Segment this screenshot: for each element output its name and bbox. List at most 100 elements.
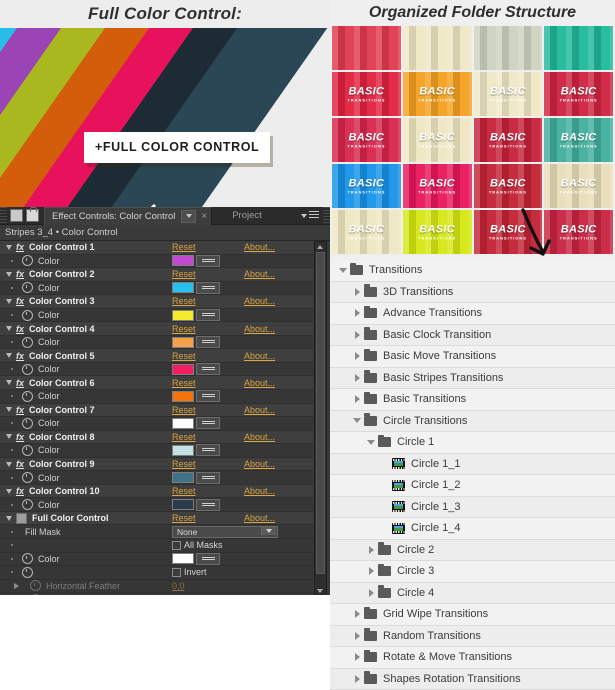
- stopwatch-icon[interactable]: [22, 418, 33, 429]
- thumbnail-cell[interactable]: BASICTRANSITIONS: [403, 72, 472, 116]
- stopwatch-icon[interactable]: [22, 282, 33, 293]
- thumbnail-cell[interactable]: BASICTRANSITIONS: [544, 164, 613, 208]
- invert-checkbox[interactable]: [172, 568, 181, 577]
- reset-link[interactable]: Reset: [172, 324, 196, 334]
- disclosure-triangle-icon[interactable]: [352, 418, 362, 423]
- tree-item[interactable]: Basic Clock Transition: [330, 325, 615, 347]
- about-link[interactable]: About...: [244, 351, 275, 361]
- eyedropper-icon[interactable]: [196, 390, 220, 402]
- disclosure-triangle-icon[interactable]: [4, 434, 13, 439]
- disclosure-triangle-icon[interactable]: [4, 380, 13, 385]
- about-link[interactable]: About...: [244, 242, 275, 252]
- disclosure-triangle-icon[interactable]: [4, 272, 13, 277]
- tree-item[interactable]: Circle 1_2: [330, 475, 615, 497]
- disclosure-triangle-icon[interactable]: [352, 610, 362, 618]
- disclosure-triangle-icon[interactable]: [352, 331, 362, 339]
- tree-item[interactable]: Basic Stripes Transitions: [330, 368, 615, 390]
- tree-item[interactable]: Random Transitions: [330, 626, 615, 648]
- stopwatch-icon[interactable]: [22, 310, 33, 321]
- tab-project[interactable]: Project: [218, 207, 276, 224]
- color-swatch[interactable]: [172, 310, 194, 321]
- tree-item[interactable]: Circle 1_1: [330, 454, 615, 476]
- eyedropper-icon[interactable]: [196, 255, 220, 267]
- eyedropper-icon[interactable]: [196, 444, 220, 456]
- thumbnail-cell[interactable]: BASICTRANSITIONS: [474, 72, 543, 116]
- disclosure-triangle-icon[interactable]: [352, 653, 362, 661]
- color-swatch[interactable]: [172, 445, 194, 456]
- tab-effect-controls[interactable]: Effect Controls: Color Control ×: [44, 207, 212, 225]
- thumbnail-cell[interactable]: BASICTRANSITIONS: [544, 118, 613, 162]
- about-link[interactable]: About...: [244, 378, 275, 388]
- reset-link[interactable]: Reset: [172, 405, 196, 415]
- tree-item[interactable]: Advance Transitions: [330, 303, 615, 325]
- about-link[interactable]: About...: [244, 296, 275, 306]
- thumbnail-cell[interactable]: BASICTRANSITIONS: [332, 72, 401, 116]
- thumbnail-cell[interactable]: [332, 26, 401, 70]
- reset-link[interactable]: Reset: [172, 513, 196, 523]
- disclosure-triangle-icon[interactable]: [366, 440, 376, 445]
- disclosure-triangle-icon[interactable]: [4, 245, 13, 250]
- disclosure-triangle-icon[interactable]: [366, 589, 376, 597]
- thumbnail-cell[interactable]: BASICTRANSITIONS: [403, 164, 472, 208]
- disclosure-triangle-icon[interactable]: [4, 353, 13, 358]
- disclosure-triangle-icon[interactable]: [366, 546, 376, 554]
- eyedropper-icon[interactable]: [196, 472, 220, 484]
- reset-link[interactable]: Reset: [172, 486, 196, 496]
- disclosure-triangle-icon[interactable]: [4, 299, 13, 304]
- thumbnail-cell[interactable]: BASICTRANSITIONS: [474, 164, 543, 208]
- reset-link[interactable]: Reset: [172, 378, 196, 388]
- scrollbar-thumb[interactable]: [316, 252, 325, 574]
- panel-grip-icon[interactable]: [0, 207, 7, 224]
- stopwatch-icon[interactable]: [22, 391, 33, 402]
- stopwatch-icon[interactable]: [22, 337, 33, 348]
- fill-mask-select[interactable]: None: [172, 526, 278, 538]
- disclosure-triangle-icon[interactable]: [4, 407, 13, 412]
- disclosure-triangle-icon[interactable]: [352, 374, 362, 382]
- tree-item[interactable]: Rotate & Move Transitions: [330, 647, 615, 669]
- scroll-up-arrow-icon[interactable]: [316, 243, 323, 251]
- eyedropper-icon[interactable]: [196, 417, 220, 429]
- property-value[interactable]: 0,0: [172, 581, 185, 591]
- about-link[interactable]: About...: [244, 405, 275, 415]
- tree-item[interactable]: Grid Wipe Transitions: [330, 604, 615, 626]
- tree-item[interactable]: Circle 1: [330, 432, 615, 454]
- stopwatch-icon[interactable]: [22, 364, 33, 375]
- chevron-down-icon[interactable]: [261, 527, 276, 535]
- thumbnail-cell[interactable]: BASICTRANSITIONS: [332, 164, 401, 208]
- stopwatch-icon[interactable]: [22, 472, 33, 483]
- disclosure-triangle-icon[interactable]: [352, 352, 362, 360]
- tree-item[interactable]: Circle 4: [330, 583, 615, 605]
- tree-item[interactable]: 3D Transitions: [330, 282, 615, 304]
- effect-toggle-icon[interactable]: [16, 513, 27, 524]
- eyedropper-icon[interactable]: [196, 363, 220, 375]
- color-swatch[interactable]: [172, 391, 194, 402]
- eyedropper-icon[interactable]: [196, 282, 220, 294]
- thumbnail-cell[interactable]: BASICTRANSITIONS: [332, 210, 401, 254]
- about-link[interactable]: About...: [244, 486, 275, 496]
- tree-item[interactable]: Circle 1_4: [330, 518, 615, 540]
- thumbnail-cell[interactable]: BASICTRANSITIONS: [544, 72, 613, 116]
- tree-item[interactable]: Basic Move Transitions: [330, 346, 615, 368]
- color-swatch[interactable]: [172, 499, 194, 510]
- disclosure-triangle-icon[interactable]: [12, 583, 21, 589]
- reset-link[interactable]: Reset: [172, 269, 196, 279]
- reset-link[interactable]: Reset: [172, 296, 196, 306]
- color-swatch[interactable]: [172, 255, 194, 266]
- reset-link[interactable]: Reset: [172, 351, 196, 361]
- tree-item[interactable]: Shapes Rotation Transitions: [330, 669, 615, 690]
- disclosure-triangle-icon[interactable]: [352, 675, 362, 683]
- tree-item[interactable]: Circle 3: [330, 561, 615, 583]
- about-link[interactable]: About...: [244, 459, 275, 469]
- reset-link[interactable]: Reset: [172, 459, 196, 469]
- panel-square-icon[interactable]: [10, 209, 23, 222]
- disclosure-triangle-icon[interactable]: [4, 489, 13, 494]
- eyedropper-icon[interactable]: [196, 499, 220, 511]
- tree-item[interactable]: Circle 2: [330, 540, 615, 562]
- eyedropper-icon[interactable]: [196, 553, 220, 565]
- all-masks-checkbox[interactable]: [172, 541, 181, 550]
- thumbnail-cell[interactable]: BASICTRANSITIONS: [403, 118, 472, 162]
- disclosure-triangle-icon[interactable]: [366, 567, 376, 575]
- about-link[interactable]: About...: [244, 269, 275, 279]
- panel-grip-right-icon[interactable]: [323, 207, 330, 224]
- reset-link[interactable]: Reset: [172, 242, 196, 252]
